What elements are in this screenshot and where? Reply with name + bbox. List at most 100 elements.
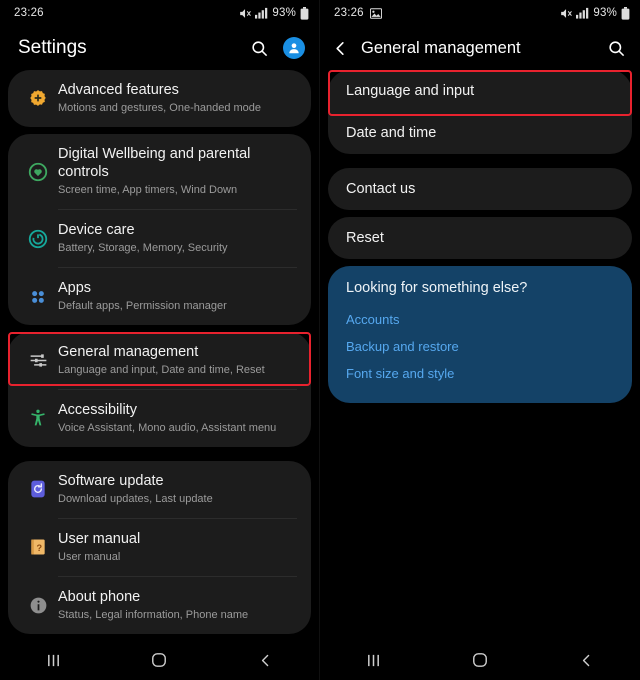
sidebar-item-about-phone[interactable]: About phone Status, Legal information, P… — [8, 577, 311, 634]
battery-icon — [300, 6, 309, 20]
mute-icon — [559, 7, 573, 20]
settings-card-general-group: General management Language and input, D… — [8, 332, 311, 447]
list-item-date-and-time[interactable]: Date and time — [328, 112, 632, 154]
row-title: Device care — [58, 222, 135, 239]
row-subtitle: Voice Assistant, Mono audio, Assistant m… — [58, 422, 277, 435]
row-title: Software update — [58, 472, 164, 489]
status-bar-time: 23:26 — [334, 7, 364, 19]
row-text: General management Language and input, D… — [58, 343, 297, 378]
row-title: General management — [58, 344, 199, 360]
screenshot-icon — [369, 7, 382, 19]
advanced-features-icon — [18, 88, 58, 108]
home-icon[interactable] — [129, 652, 189, 668]
row-subtitle: Battery, Storage, Memory, Security — [58, 242, 228, 255]
status-bar-left-group: 23:26 — [14, 7, 44, 19]
navigation-bar-right[interactable] — [320, 640, 640, 680]
page-title: General management — [361, 38, 521, 57]
signal-icon — [576, 7, 589, 19]
row-subtitle: Language and input, Date and time, Reset — [58, 364, 265, 377]
dual-screenshot-container: 23:26 93% Settings Advanced features Mot… — [0, 0, 640, 680]
status-bar-right-group: 93% — [559, 6, 630, 20]
list-item-reset[interactable]: Reset — [328, 217, 632, 259]
row-text: About phone Status, Legal information, P… — [58, 588, 297, 623]
sidebar-item-general-management[interactable]: General management Language and input, D… — [8, 332, 311, 389]
status-bar-left-group: 23:26 — [334, 7, 382, 19]
sidebar-item-apps[interactable]: Apps Default apps, Permission manager — [8, 268, 311, 325]
search-icon[interactable] — [250, 39, 269, 58]
signal-icon — [255, 7, 268, 19]
app-bar-actions — [250, 37, 305, 59]
row-subtitle: Download updates, Last update — [58, 493, 213, 506]
back-arrow-icon[interactable] — [332, 40, 349, 57]
general-management-icon — [18, 350, 58, 371]
navigation-bar-left[interactable] — [0, 640, 319, 680]
general-management-list[interactable]: Language and input Date and time Contact… — [320, 70, 640, 640]
row-title: Digital Wellbeing and parental controls — [58, 145, 251, 181]
promo-card-looking-for-something-else: Looking for something else? Accounts Bac… — [328, 266, 632, 403]
row-text: Advanced features Motions and gestures, … — [58, 81, 297, 116]
promo-link-backup-and-restore[interactable]: Backup and restore — [346, 333, 614, 360]
promo-title: Looking for something else? — [346, 280, 528, 296]
device-care-icon — [18, 228, 58, 250]
back-icon[interactable] — [236, 653, 296, 668]
row-text: Accessibility Voice Assistant, Mono audi… — [58, 401, 297, 436]
status-bar-right: 23:26 93% — [320, 0, 640, 26]
svg-text:?: ? — [36, 543, 42, 553]
right-phone-panel: 23:26 93% General management Language an… — [320, 0, 640, 680]
row-text: Software update Download updates, Last u… — [58, 472, 297, 507]
sidebar-item-advanced-features[interactable]: Advanced features Motions and gestures, … — [8, 70, 311, 127]
highlighted-row-wrapper-general-management: General management Language and input, D… — [8, 332, 311, 447]
row-text: User manual User manual — [58, 530, 297, 565]
row-title: Apps — [58, 280, 92, 297]
row-text: Apps Default apps, Permission manager — [58, 279, 297, 314]
app-bar-lead: General management — [332, 39, 521, 58]
home-icon[interactable] — [450, 652, 510, 668]
settings-card-wellbeing-group: Digital Wellbeing and parental controls … — [8, 133, 311, 325]
promo-link-accounts[interactable]: Accounts — [346, 306, 614, 333]
settings-group-language-date: Language and input Date and time — [328, 70, 632, 154]
row-subtitle: User manual — [58, 551, 121, 564]
list-item-language-and-input[interactable]: Language and input — [328, 70, 632, 112]
row-title: User manual — [58, 530, 141, 547]
mute-icon — [238, 7, 252, 20]
battery-icon — [621, 6, 630, 20]
settings-list[interactable]: Advanced features Motions and gestures, … — [0, 70, 319, 640]
settings-app-bar: Settings — [0, 26, 319, 70]
battery-percent-label: 93% — [593, 7, 617, 19]
status-bar-left: 23:26 93% — [0, 0, 319, 26]
battery-percent-label: 93% — [272, 7, 296, 19]
sidebar-item-software-update[interactable]: Software update Download updates, Last u… — [8, 461, 311, 518]
page-title: Settings — [18, 37, 87, 58]
sidebar-item-device-care[interactable]: Device care Battery, Storage, Memory, Se… — [8, 210, 311, 267]
back-icon[interactable] — [557, 653, 617, 668]
left-phone-panel: 23:26 93% Settings Advanced features Mot… — [0, 0, 320, 680]
account-avatar-icon[interactable] — [283, 37, 305, 59]
apps-icon — [18, 287, 58, 307]
recents-icon[interactable] — [23, 653, 83, 668]
highlighted-row-wrapper-language-input: Language and input Date and time — [328, 70, 632, 154]
row-title: About phone — [58, 588, 141, 605]
row-title: Accessibility — [58, 401, 137, 418]
list-item-contact-us[interactable]: Contact us — [328, 168, 632, 210]
row-subtitle: Status, Legal information, Phone name — [58, 609, 249, 621]
settings-card-system-group: Software update Download updates, Last u… — [8, 460, 311, 634]
general-management-app-bar: General management — [320, 26, 640, 70]
sidebar-item-digital-wellbeing[interactable]: Digital Wellbeing and parental controls … — [8, 134, 311, 209]
digital-wellbeing-icon — [18, 161, 58, 183]
row-subtitle: Motions and gestures, One-handed mode — [58, 102, 262, 115]
row-subtitle: Screen time, App timers, Wind Down — [58, 184, 238, 197]
status-bar-right-group: 93% — [238, 6, 309, 20]
recents-icon[interactable] — [343, 653, 403, 668]
software-update-icon — [18, 479, 58, 499]
row-text: Device care Battery, Storage, Memory, Se… — [58, 221, 297, 256]
accessibility-icon — [18, 408, 58, 428]
search-icon[interactable] — [607, 39, 626, 58]
user-manual-icon: ? — [18, 537, 58, 557]
sidebar-item-accessibility[interactable]: Accessibility Voice Assistant, Mono audi… — [8, 390, 311, 447]
settings-card-advanced: Advanced features Motions and gestures, … — [8, 70, 311, 127]
status-bar-time: 23:26 — [14, 7, 44, 19]
sidebar-item-user-manual[interactable]: ? User manual User manual — [8, 519, 311, 576]
promo-link-font-size-and-style[interactable]: Font size and style — [346, 360, 614, 387]
